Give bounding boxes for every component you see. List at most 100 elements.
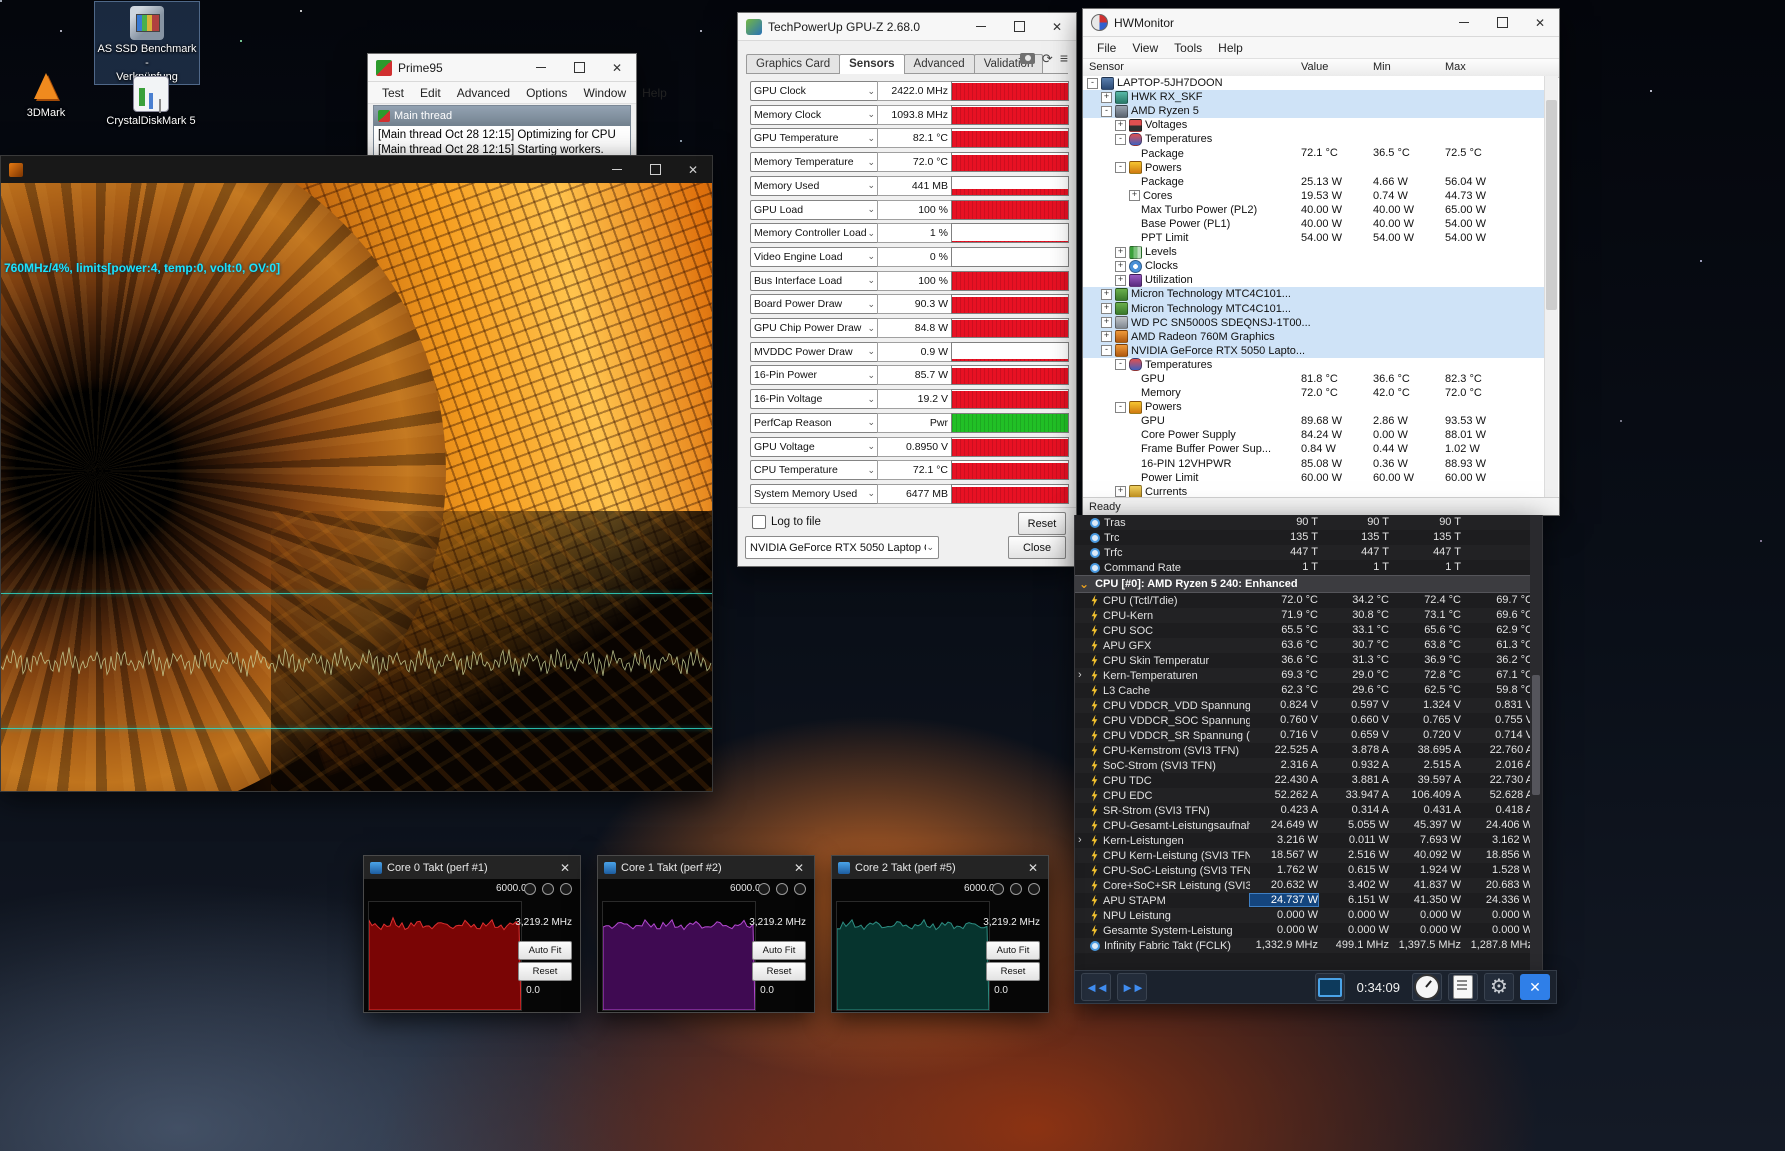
core-window-titlebar[interactable]: Core 0 Takt (perf #1)✕ bbox=[364, 856, 580, 879]
hwmonitor-row[interactable]: +Levels bbox=[1083, 245, 1545, 259]
sensor-name-dropdown[interactable]: Memory Temperature⌄ bbox=[750, 152, 879, 172]
hwmonitor-row[interactable]: Core Power Supply84.24 W0.00 W88.01 W bbox=[1083, 428, 1545, 442]
graph-option-knob[interactable] bbox=[1028, 883, 1040, 895]
desktop-icon-cdm[interactable]: CrystalDiskMark 5 bbox=[99, 72, 203, 129]
maximize-button[interactable] bbox=[1483, 9, 1521, 36]
scrollbar[interactable] bbox=[1544, 76, 1558, 497]
menu-item-window[interactable]: Window bbox=[575, 84, 634, 102]
sensor-name-dropdown[interactable]: Memory Controller Load⌄ bbox=[750, 223, 879, 243]
hwinfo-row[interactable]: Core+SoC+SR Leistung (SVI3 TFN)20.632 W3… bbox=[1075, 878, 1542, 893]
core-window-titlebar[interactable]: Core 1 Takt (perf #2)✕ bbox=[598, 856, 814, 879]
hwmonitor-row[interactable]: -LAPTOP-5JH7DOON bbox=[1083, 76, 1545, 90]
menu-item-view[interactable]: View bbox=[1124, 39, 1166, 57]
sensor-name-dropdown[interactable]: 16-Pin Voltage⌄ bbox=[750, 389, 879, 409]
hwinfo-row[interactable]: CPU TDC22.430 A3.881 A39.597 A22.730 A bbox=[1075, 773, 1542, 788]
settings-button[interactable]: ⚙ bbox=[1484, 973, 1514, 1001]
back-button[interactable]: ◄◄ bbox=[1081, 973, 1111, 1001]
maximize-button[interactable] bbox=[560, 54, 598, 81]
minimize-button[interactable] bbox=[522, 54, 560, 81]
close-button[interactable]: ✕ bbox=[1521, 9, 1559, 36]
hwmonitor-row[interactable]: -Temperatures bbox=[1083, 358, 1545, 372]
hwinfo-row[interactable]: ›Kern-Leistungen3.216 W0.011 W7.693 W3.1… bbox=[1075, 833, 1542, 848]
screenshot-camera-icon[interactable] bbox=[1020, 53, 1035, 64]
hwmonitor-row[interactable]: Max Turbo Power (PL2)40.00 W40.00 W65.00… bbox=[1083, 203, 1545, 217]
hwinfo-row[interactable]: Tras90 T90 T90 T bbox=[1075, 515, 1542, 530]
auto-fit-button[interactable]: Auto Fit bbox=[752, 941, 806, 960]
minimize-button[interactable] bbox=[598, 156, 636, 183]
hwmonitor-row[interactable]: Package72.1 °C36.5 °C72.5 °C bbox=[1083, 146, 1545, 160]
close-button[interactable]: ✕ bbox=[1038, 13, 1076, 40]
hwinfo-row[interactable]: CPU-Kernstrom (SVI3 TFN)22.525 A3.878 A3… bbox=[1075, 743, 1542, 758]
hwmonitor-row[interactable]: +Clocks bbox=[1083, 259, 1545, 273]
graph-option-knob[interactable] bbox=[992, 883, 1004, 895]
tree-expand-toggle[interactable]: + bbox=[1101, 331, 1112, 342]
reset-button[interactable]: Reset bbox=[752, 962, 806, 981]
scrollbar[interactable] bbox=[1530, 515, 1542, 970]
sensor-name-dropdown[interactable]: Memory Used⌄ bbox=[750, 176, 879, 196]
hwmonitor-row[interactable]: Base Power (PL1)40.00 W40.00 W54.00 W bbox=[1083, 217, 1545, 231]
hwinfo-row[interactable]: CPU-Kern71.9 °C30.8 °C73.1 °C69.6 °C bbox=[1075, 608, 1542, 623]
menu-item-advanced[interactable]: Advanced bbox=[449, 84, 518, 102]
close-sensors-button[interactable]: ✕ bbox=[1520, 974, 1550, 1000]
desktop-icon-3dmark[interactable]: 3DMark bbox=[0, 66, 98, 121]
hwmonitor-row[interactable]: +WD PC SN5000S SDEQNSJ-1T00... bbox=[1083, 316, 1545, 330]
tab-graphics-card[interactable]: Graphics Card bbox=[746, 54, 840, 73]
hwinfo-row[interactable]: CPU Kern-Leistung (SVI3 TFN)18.567 W2.51… bbox=[1075, 848, 1542, 863]
hwinfo-row[interactable]: SoC-Strom (SVI3 TFN)2.316 A0.932 A2.515 … bbox=[1075, 758, 1542, 773]
hwinfo-row[interactable]: CPU Skin Temperatur36.6 °C31.3 °C36.9 °C… bbox=[1075, 653, 1542, 668]
tree-expand-toggle[interactable]: + bbox=[1101, 289, 1112, 300]
hwinfo-row[interactable]: Gesamte System-Leistung0.000 W0.000 W0.0… bbox=[1075, 923, 1542, 938]
scrollbar-thumb[interactable] bbox=[1546, 100, 1557, 310]
hwinfo-row[interactable]: SR-Strom (SVI3 TFN)0.423 A0.314 A0.431 A… bbox=[1075, 803, 1542, 818]
hwmonitor-row[interactable]: -Powers bbox=[1083, 400, 1545, 414]
hwinfo-row[interactable]: L3 Cache62.3 °C29.6 °C62.5 °C59.8 °C bbox=[1075, 683, 1542, 698]
tree-expand-toggle[interactable]: + bbox=[1115, 120, 1126, 131]
tree-expand-toggle[interactable]: + bbox=[1101, 303, 1112, 314]
close-button[interactable]: ✕ bbox=[674, 156, 712, 183]
tab-sensors[interactable]: Sensors bbox=[839, 54, 904, 74]
menu-item-edit[interactable]: Edit bbox=[412, 84, 449, 102]
core-window-titlebar[interactable]: Core 2 Takt (perf #5)✕ bbox=[832, 856, 1048, 879]
graph-option-knob[interactable] bbox=[524, 883, 536, 895]
expand-chevron-icon[interactable]: › bbox=[1078, 835, 1086, 846]
tree-collapse-toggle[interactable]: - bbox=[1087, 78, 1098, 89]
sensor-name-dropdown[interactable]: MVDDC Power Draw⌄ bbox=[750, 342, 879, 362]
graph-option-knob[interactable] bbox=[758, 883, 770, 895]
hwmonitor-row[interactable]: +Currents bbox=[1083, 485, 1545, 497]
remote-monitor-button[interactable] bbox=[1315, 973, 1345, 1001]
maximize-button[interactable] bbox=[636, 156, 674, 183]
hwinfo-row[interactable]: Trc135 T135 T135 T bbox=[1075, 530, 1542, 545]
col-sensor[interactable]: Sensor bbox=[1089, 61, 1124, 73]
sensor-name-dropdown[interactable]: Bus Interface Load⌄ bbox=[750, 271, 879, 291]
forward-button[interactable]: ►► bbox=[1117, 973, 1147, 1001]
menu-item-help[interactable]: Help bbox=[1210, 39, 1251, 57]
col-max[interactable]: Max bbox=[1445, 61, 1466, 73]
tab-advanced[interactable]: Advanced bbox=[904, 54, 975, 73]
prime95-titlebar[interactable]: Prime95 ✕ bbox=[368, 54, 636, 82]
hwmonitor-row[interactable]: GPU89.68 W2.86 W93.53 W bbox=[1083, 414, 1545, 428]
tree-expand-toggle[interactable]: + bbox=[1101, 92, 1112, 103]
hwinfo-row[interactable]: Trfc447 T447 T447 T bbox=[1075, 545, 1542, 560]
menu-item-help[interactable]: Help bbox=[634, 84, 675, 102]
hwinfo-row[interactable]: CPU VDDCR_VDD Spannung (SVI...0.824 V0.5… bbox=[1075, 698, 1542, 713]
hwmonitor-row[interactable]: Power Limit60.00 W60.00 W60.00 W bbox=[1083, 471, 1545, 485]
sensor-name-dropdown[interactable]: GPU Load⌄ bbox=[750, 200, 879, 220]
auto-fit-button[interactable]: Auto Fit bbox=[518, 941, 572, 960]
hwmonitor-row[interactable]: PPT Limit54.00 W54.00 W54.00 W bbox=[1083, 231, 1545, 245]
hwinfo-row[interactable]: ›Kern-Temperaturen69.3 °C29.0 °C72.8 °C6… bbox=[1075, 668, 1542, 683]
tree-collapse-toggle[interactable]: - bbox=[1101, 106, 1112, 117]
hwmonitor-row[interactable]: +Voltages bbox=[1083, 118, 1545, 132]
tree-expand-toggle[interactable]: + bbox=[1115, 486, 1126, 497]
hwmonitor-row[interactable]: +Micron Technology MTC4C101... bbox=[1083, 287, 1545, 301]
tree-collapse-toggle[interactable]: - bbox=[1115, 402, 1126, 413]
hwinfo-section-header[interactable]: ⌄CPU [#0]: AMD Ryzen 5 240: Enhanced bbox=[1075, 575, 1542, 593]
hwinfo-row[interactable]: CPU VDDCR_SR Spannung (SVI3 ...0.716 V0.… bbox=[1075, 728, 1542, 743]
close-button[interactable]: ✕ bbox=[550, 856, 580, 879]
hwmonitor-row[interactable]: Memory72.0 °C42.0 °C72.0 °C bbox=[1083, 386, 1545, 400]
close-button[interactable]: ✕ bbox=[1018, 856, 1048, 879]
tree-expand-toggle[interactable]: + bbox=[1115, 261, 1126, 272]
checkbox-icon[interactable] bbox=[752, 515, 766, 529]
reset-button[interactable]: Reset bbox=[986, 962, 1040, 981]
clock-button[interactable] bbox=[1412, 973, 1442, 1001]
auto-fit-button[interactable]: Auto Fit bbox=[986, 941, 1040, 960]
